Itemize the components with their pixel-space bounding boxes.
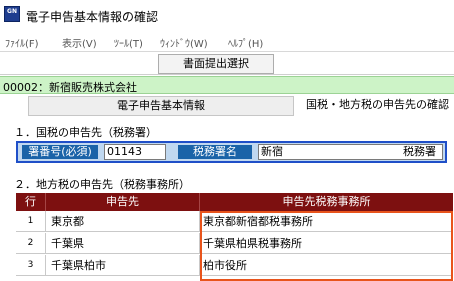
local-tax-table: 行 申告先 申告先税務事務所 1 東京都 東京都新宿都税事務所 2 千葉県 千葉… — [16, 193, 453, 281]
app-icon-label: GN — [7, 8, 17, 15]
local-tax-heading: ２．地方税の申告先（税務事務所） — [14, 178, 190, 191]
office-name-suffix: 税務署 — [403, 145, 436, 158]
menu-file[interactable]: ﾌｧｲﾙ(F) — [5, 35, 39, 50]
office-number-label: 署番号(必須) — [22, 145, 98, 159]
column-header-office: 申告先税務事務所 — [282, 195, 371, 208]
office-name-value: 新宿 — [261, 145, 283, 158]
destination-cell[interactable]: 千葉県 — [46, 233, 200, 254]
office-cell[interactable]: 東京都新宿都税事務所 — [200, 211, 453, 232]
row-number: 3 — [16, 255, 46, 276]
title-bar: GN 電子申告基本情報の確認 — [0, 0, 454, 32]
destination-cell[interactable]: 千葉県柏市 — [46, 255, 200, 276]
table-row[interactable]: 3 千葉県柏市 柏市役所 — [16, 255, 453, 276]
destination-cell[interactable]: 東京都 — [46, 211, 200, 232]
table-row[interactable]: 2 千葉県 千葉県柏県税事務所 — [16, 233, 453, 254]
company-name: 00002：新宿販売株式会社 — [3, 81, 137, 94]
national-tax-heading: １．国税の申告先（税務署） — [14, 126, 157, 139]
tab-destination-check[interactable]: 国税・地方税の申告先の確認 — [304, 96, 454, 116]
national-tax-office-panel: 署番号(必須) 01143 税務署名 新宿 税務署 — [16, 141, 447, 163]
app-icon: GN — [4, 6, 20, 22]
office-cell[interactable]: 柏市役所 — [200, 255, 453, 276]
tab-basic-info[interactable]: 電子申告基本情報 — [28, 96, 294, 116]
row-number: 1 — [16, 211, 46, 232]
menu-help[interactable]: ﾍﾙﾌﾟ(H) — [228, 35, 263, 50]
company-bar: 00002：新宿販売株式会社 — [0, 76, 454, 94]
column-header-row-no: 行 — [16, 193, 46, 211]
office-name-label: 税務署名 — [178, 145, 252, 159]
menu-tools[interactable]: ﾂｰﾙ(T) — [114, 35, 143, 50]
window-title: 電子申告基本情報の確認 — [26, 10, 159, 24]
table-header: 行 申告先 申告先税務事務所 — [16, 193, 453, 211]
menu-window[interactable]: ｳｨﾝﾄﾞｳ(W) — [160, 35, 208, 50]
office-number-field[interactable]: 01143 — [104, 144, 166, 160]
office-cell[interactable]: 千葉県柏県税事務所 — [200, 233, 453, 254]
column-header-destination: 申告先 — [46, 193, 200, 211]
submit-document-select-button[interactable]: 書面提出選択 — [158, 54, 274, 74]
menu-view[interactable]: 表示(V) — [62, 35, 97, 50]
menu-bar: ﾌｧｲﾙ(F) 表示(V) ﾂｰﾙ(T) ｳｨﾝﾄﾞｳ(W) ﾍﾙﾌﾟ(H) — [0, 32, 454, 52]
office-name-field[interactable]: 新宿 税務署 — [258, 144, 443, 160]
table-row[interactable]: 1 東京都 東京都新宿都税事務所 — [16, 211, 453, 232]
row-number: 2 — [16, 233, 46, 254]
toolbar: 書面提出選択 — [0, 52, 454, 75]
